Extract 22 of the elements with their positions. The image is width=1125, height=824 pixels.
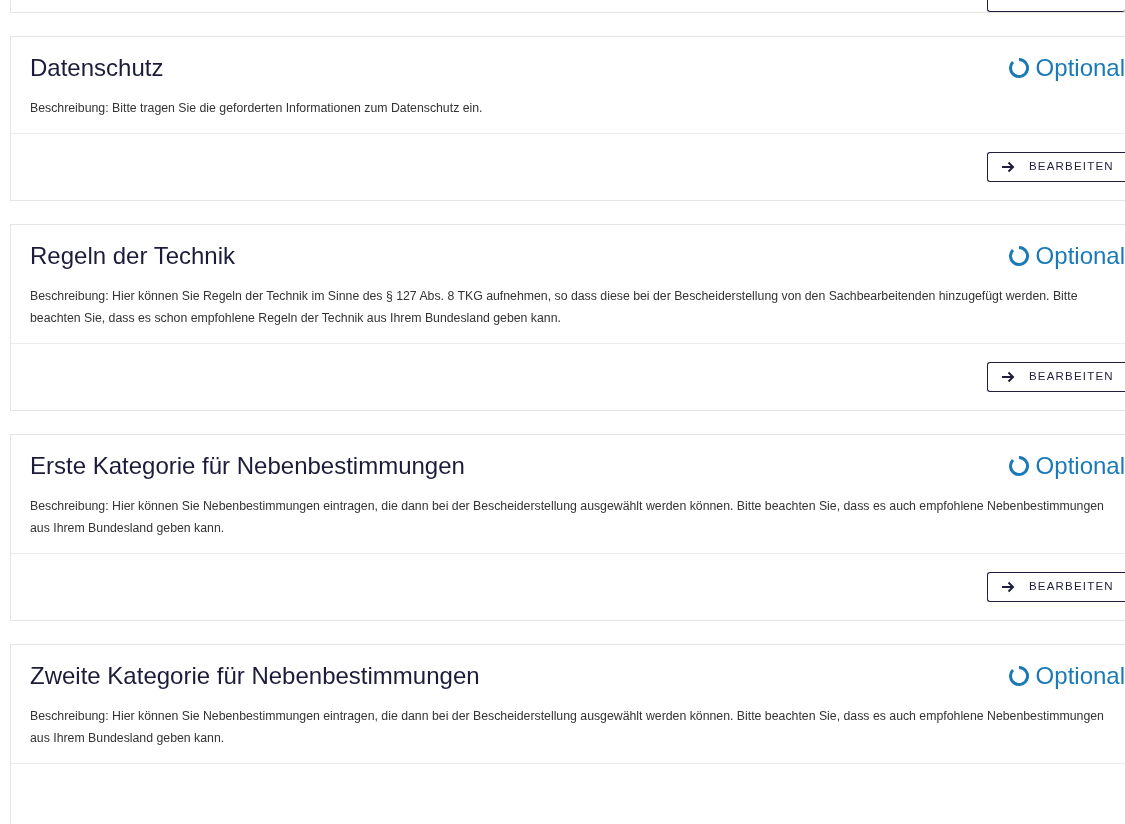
- section-title: Zweite Kategorie für Nebenbestimmungen: [30, 661, 480, 691]
- arrow-right-icon: [1001, 581, 1015, 593]
- arrow-right-icon: [1001, 161, 1015, 173]
- edit-button[interactable]: BEARBEITEN: [987, 572, 1125, 602]
- arrow-right-icon: [1001, 371, 1015, 383]
- status-label: Optional: [1035, 451, 1125, 481]
- section-description: Beschreibung: Hier können Sie Nebenbestimmungen eintragen, die dann bei der Bescheiderstellung ausgewählt werden können. Bitte beachten Sie, dass es auch empfohlene Nebenbestimmungen aus Ihrem Bundesland geben kann.: [29, 498, 1105, 537]
- status-label: Optional: [1035, 241, 1125, 271]
- ring-icon: [1007, 665, 1030, 687]
- section-description: Beschreibung: Bitte tragen Sie die geforderten Informationen zum Datenschutz ein.: [29, 100, 484, 117]
- section-title: Erste Kategorie für Nebenbestimmungen: [30, 451, 465, 481]
- ring-icon: [1007, 245, 1030, 267]
- section-title: Regeln der Technik: [30, 241, 236, 271]
- section-title: Datenschutz: [30, 53, 164, 83]
- ring-icon: [1007, 57, 1030, 79]
- edit-button[interactable]: BEARBEITEN: [987, 362, 1125, 392]
- section-description: Beschreibung: Hier können Sie Nebenbestimmungen eintragen, die dann bei der Bescheiderstellung ausgewählt werden können. Bitte beachten Sie, dass es auch empfohlene Nebenbestimmungen aus Ihrem Bundesland geben kann.: [29, 708, 1105, 747]
- section-description: Beschreibung: Hier können Sie Regeln der Technik im Sinne des § 127 Abs. 8 TKG aufnehmen, so dass diese bei der Bescheiderstellung von den Sachbearbeitenden hinzugefügt werden. Bitte beachten Sie, dass es schon empfohlene Regeln der Technik aus Ihrem Bundesland geben kann.: [29, 288, 1079, 327]
- status-label: Optional: [1035, 53, 1125, 83]
- edit-button[interactable]: BEARBEITEN: [987, 152, 1125, 182]
- ring-icon: [1007, 455, 1030, 477]
- status-label: Optional: [1035, 661, 1125, 691]
